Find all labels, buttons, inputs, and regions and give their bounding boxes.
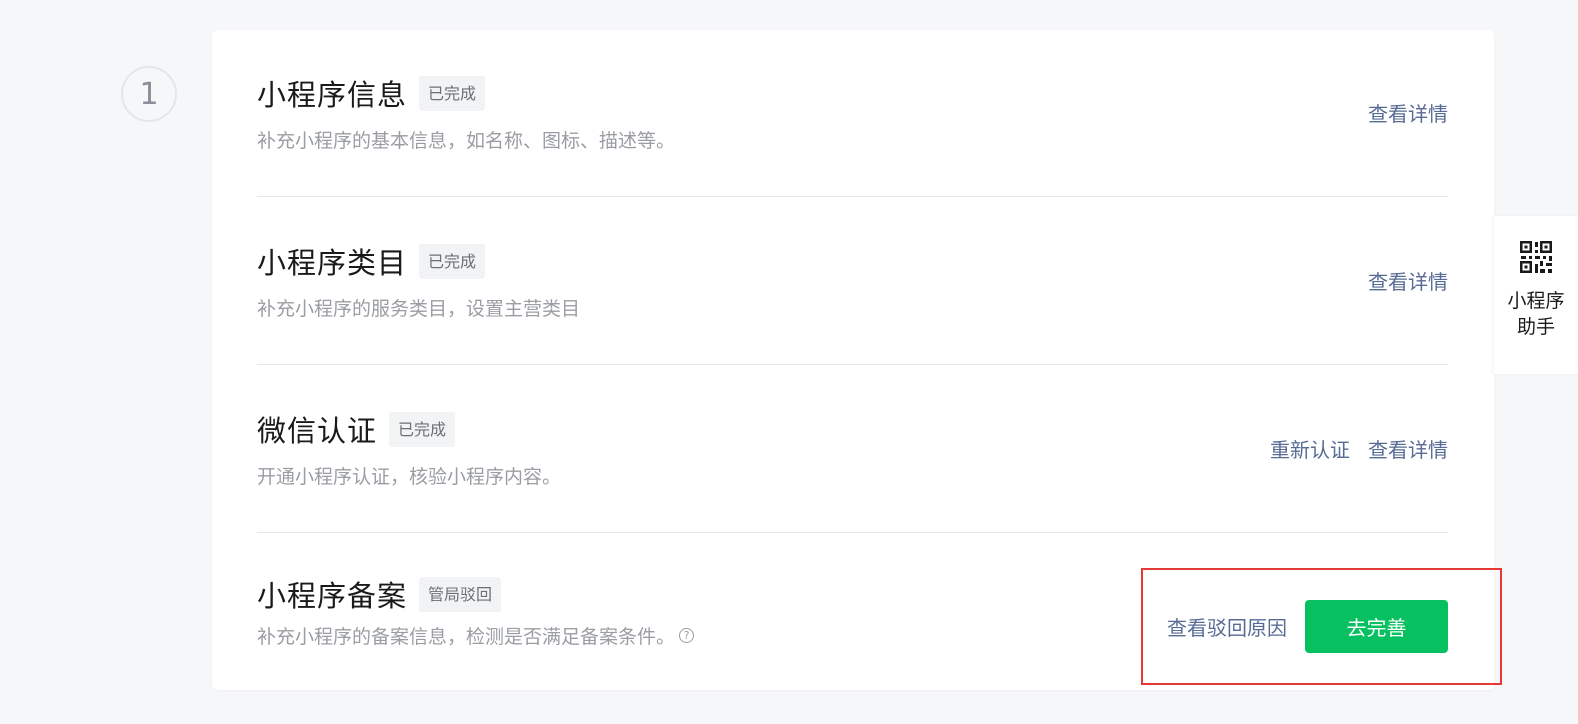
view-details-link[interactable]: 查看详情	[1368, 434, 1448, 463]
step-item-mini-program-info: 小程序信息 已完成 补充小程序的基本信息，如名称、图标、描述等。 查看详情	[257, 30, 1448, 197]
status-badge: 已完成	[419, 75, 486, 111]
mini-program-assistant-button[interactable]: 小程序助手	[1494, 216, 1578, 374]
status-badge: 已完成	[419, 243, 486, 279]
step-item-mini-program-filing: 小程序备案 管局驳回 补充小程序的备案信息，检测是否满足备案条件。 ? 查看驳回…	[257, 533, 1448, 690]
complete-filing-button[interactable]: 去完善	[1305, 600, 1448, 653]
status-badge: 管局驳回	[419, 576, 502, 612]
re-verify-link[interactable]: 重新认证	[1270, 434, 1350, 463]
row-title: 微信认证	[257, 414, 378, 448]
view-details-link[interactable]: 查看详情	[1368, 266, 1448, 295]
row-description: 补充小程序的基本信息，如名称、图标、描述等。	[257, 130, 676, 152]
row-title: 小程序信息	[257, 78, 408, 112]
assistant-label: 小程序助手	[1507, 290, 1565, 338]
step-item-wechat-verification: 微信认证 已完成 开通小程序认证，核验小程序内容。 重新认证 查看详情	[257, 365, 1448, 533]
view-rejection-reason-link[interactable]: 查看驳回原因	[1167, 612, 1287, 641]
status-badge: 已完成	[389, 411, 456, 447]
step-number: 1	[121, 66, 177, 122]
row-description: 开通小程序认证，核验小程序内容。	[257, 466, 562, 488]
step-item-mini-program-category: 小程序类目 已完成 补充小程序的服务类目，设置主营类目 查看详情	[257, 197, 1448, 365]
row-description: 补充小程序的备案信息，检测是否满足备案条件。	[257, 626, 676, 648]
view-details-link[interactable]: 查看详情	[1368, 98, 1448, 127]
help-circle-icon[interactable]: ?	[679, 628, 695, 643]
row-title: 小程序类目	[257, 246, 408, 280]
row-description: 补充小程序的服务类目，设置主营类目	[257, 298, 581, 320]
setup-steps-card: 小程序信息 已完成 补充小程序的基本信息，如名称、图标、描述等。 查看详情 小程…	[212, 30, 1494, 690]
row-title: 小程序备案	[257, 579, 408, 613]
qr-code-icon	[1520, 241, 1552, 273]
